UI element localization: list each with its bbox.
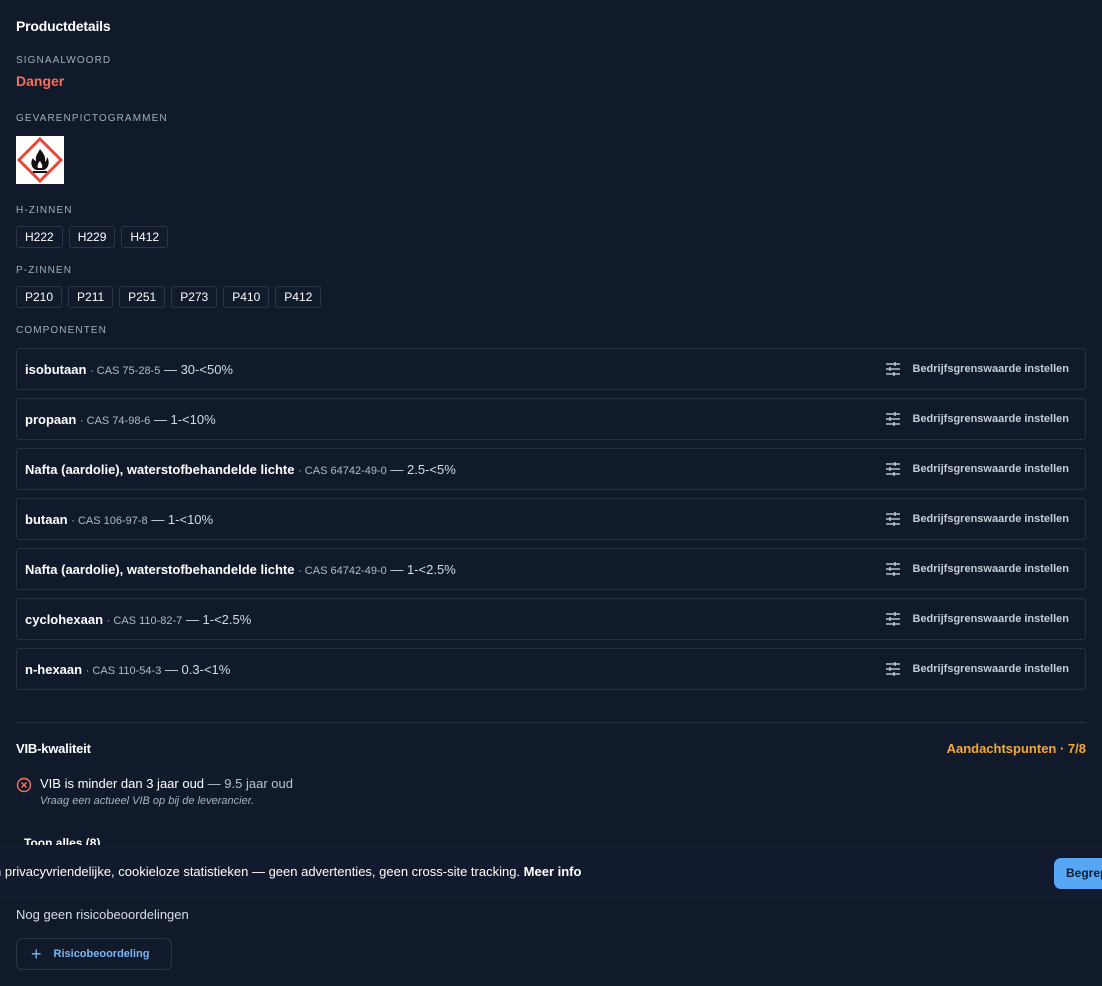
- vib-check-main: VIB is minder dan 3 jaar oud — 9.5 jaar …: [40, 776, 293, 791]
- set-company-limit-label: Bedrijfsgrenswaarde instellen: [912, 613, 1070, 625]
- component-name: cyclohexaan: [25, 611, 104, 627]
- set-company-limit-label: Bedrijfsgrenswaarde instellen: [912, 513, 1070, 525]
- vib-check-hint: Vraag een actueel VIB op bij de leveranc…: [40, 795, 255, 807]
- component-cas: · CAS 110-82-7: [106, 614, 183, 627]
- no-risk-assessments-text: Nog geen risicobeoordelingen: [16, 907, 189, 922]
- sliders-icon: [885, 562, 900, 576]
- show-all-link[interactable]: Toon alles (8): [24, 836, 100, 845]
- component-info: cyclohexaan · CAS 110-82-7 — 1-<2.5%: [25, 612, 251, 627]
- component-name: propaan: [25, 411, 77, 427]
- component-info: isobutaan · CAS 75-28-5 — 30-<50%: [25, 362, 233, 377]
- vib-quality-status: Aandachtspunten · 7/8: [946, 741, 1086, 756]
- component-info: butaan · CAS 106-97-8 — 1-<10%: [25, 512, 213, 527]
- component-concentration: — 1-<2.5%: [390, 561, 456, 577]
- component-row: isobutaan · CAS 75-28-5 — 30-<50% Bedrij…: [16, 348, 1086, 390]
- component-name: Nafta (aardolie), waterstofbehandelde li…: [25, 461, 295, 477]
- set-company-limit-label: Bedrijfsgrenswaarde instellen: [912, 563, 1070, 575]
- p-phrase-chip: P412: [275, 286, 322, 308]
- pictograms-label: GEVARENPICTOGRAMMEN: [16, 113, 168, 124]
- cookie-banner-text: n privacyvriendelijke, cookieloze statis…: [0, 864, 581, 879]
- cookie-message: n privacyvriendelijke, cookieloze statis…: [0, 864, 521, 879]
- cookie-banner: n privacyvriendelijke, cookieloze statis…: [0, 845, 1102, 901]
- p-phrase-chip: P210: [16, 286, 63, 308]
- component-name: isobutaan: [25, 361, 87, 377]
- set-company-limit-button[interactable]: Bedrijfsgrenswaarde instellen: [885, 612, 1070, 626]
- component-cas: · CAS 64742-49-0: [298, 464, 387, 477]
- vib-check-item: VIB is minder dan 3 jaar oud — 9.5 jaar …: [16, 776, 293, 807]
- component-row: propaan · CAS 74-98-6 — 1-<10% Bedrijfsg…: [16, 398, 1086, 440]
- component-row: butaan · CAS 106-97-8 — 1-<10% Bedrijfsg…: [16, 498, 1086, 540]
- vib-quality-title: VIB-kwaliteit: [16, 741, 91, 756]
- component-concentration: — 1-<10%: [151, 511, 214, 527]
- component-cas: · CAS 74-98-6: [79, 414, 151, 427]
- component-info: n-hexaan · CAS 110-54-3 — 0.3-<1%: [25, 662, 230, 677]
- component-cas: · CAS 110-54-3: [85, 664, 162, 677]
- sliders-icon: [885, 662, 900, 676]
- component-concentration: — 0.3-<1%: [164, 661, 231, 677]
- set-company-limit-button[interactable]: Bedrijfsgrenswaarde instellen: [885, 662, 1070, 676]
- add-risk-assessment-button[interactable]: + Risicobeoordeling: [16, 938, 172, 970]
- h-phrases-label: H-ZINNEN: [16, 205, 73, 216]
- component-info: Nafta (aardolie), waterstofbehandelde li…: [25, 562, 456, 577]
- error-circle-icon: [16, 777, 32, 793]
- p-phrases-list: P210 P211 P251 P273 P410 P412: [16, 286, 322, 308]
- page-title: Productdetails: [16, 18, 111, 34]
- vib-check-text: VIB is minder dan 3 jaar oud — 9.5 jaar …: [40, 776, 293, 807]
- more-info-link[interactable]: Meer info: [524, 864, 582, 879]
- h-phrase-chip: H229: [68, 226, 116, 248]
- set-company-limit-label: Bedrijfsgrenswaarde instellen: [912, 663, 1070, 675]
- component-name: n-hexaan: [25, 661, 83, 677]
- component-row: Nafta (aardolie), waterstofbehandelde li…: [16, 548, 1086, 590]
- p-phrase-chip: P410: [223, 286, 270, 308]
- add-risk-assessment-label: Risicobeoordeling: [53, 948, 150, 960]
- components-list: isobutaan · CAS 75-28-5 — 30-<50% Bedrij…: [16, 348, 1086, 698]
- set-company-limit-label: Bedrijfsgrenswaarde instellen: [912, 413, 1070, 425]
- component-cas: · CAS 106-97-8: [71, 514, 148, 527]
- component-cas: · CAS 75-28-5: [90, 364, 161, 377]
- p-phrase-chip: P211: [68, 286, 114, 308]
- signal-word-label: SIGNAALWOORD: [16, 55, 112, 66]
- component-row: Nafta (aardolie), waterstofbehandelde li…: [16, 448, 1086, 490]
- h-phrase-chip: H222: [16, 226, 63, 248]
- set-company-limit-button[interactable]: Bedrijfsgrenswaarde instellen: [885, 562, 1070, 576]
- set-company-limit-button[interactable]: Bedrijfsgrenswaarde instellen: [885, 412, 1070, 426]
- component-row: n-hexaan · CAS 110-54-3 — 0.3-<1% Bedrij…: [16, 648, 1086, 690]
- component-name: butaan: [25, 511, 68, 527]
- set-company-limit-button[interactable]: Bedrijfsgrenswaarde instellen: [885, 512, 1070, 526]
- vib-check-title: VIB is minder dan 3 jaar oud: [40, 776, 205, 791]
- sliders-icon: [885, 412, 900, 426]
- component-name: Nafta (aardolie), waterstofbehandelde li…: [25, 561, 295, 577]
- components-label: COMPONENTEN: [16, 325, 107, 336]
- component-concentration: — 1-<10%: [153, 411, 216, 427]
- p-phrases-label: P-ZINNEN: [16, 265, 73, 276]
- accept-cookies-button[interactable]: Begrepen: [1054, 858, 1102, 889]
- set-company-limit-label: Bedrijfsgrenswaarde instellen: [912, 363, 1070, 375]
- section-divider: [16, 722, 1086, 723]
- sliders-icon: [885, 512, 900, 526]
- plus-icon: +: [31, 944, 42, 964]
- component-row: cyclohexaan · CAS 110-82-7 — 1-<2.5% Bed…: [16, 598, 1086, 640]
- sliders-icon: [885, 612, 900, 626]
- h-phrases-list: H222 H229 H412: [16, 226, 169, 248]
- component-info: propaan · CAS 74-98-6 — 1-<10%: [25, 412, 216, 427]
- component-concentration: — 30-<50%: [163, 361, 233, 377]
- set-company-limit-button[interactable]: Bedrijfsgrenswaarde instellen: [885, 462, 1070, 476]
- signal-word: Danger: [16, 73, 65, 89]
- vib-check-detail: — 9.5 jaar oud: [207, 776, 293, 791]
- p-phrase-chip: P251: [119, 286, 166, 308]
- set-company-limit-button[interactable]: Bedrijfsgrenswaarde instellen: [885, 362, 1070, 376]
- sliders-icon: [885, 462, 900, 476]
- component-concentration: — 1-<2.5%: [185, 611, 252, 627]
- sliders-icon: [885, 362, 900, 376]
- p-phrase-chip: P273: [171, 286, 218, 308]
- component-concentration: — 2.5-<5%: [390, 461, 456, 477]
- component-cas: · CAS 64742-49-0: [298, 564, 387, 577]
- h-phrase-chip: H412: [121, 226, 169, 248]
- set-company-limit-label: Bedrijfsgrenswaarde instellen: [912, 463, 1070, 475]
- flame-pictogram-icon: [16, 136, 64, 184]
- component-info: Nafta (aardolie), waterstofbehandelde li…: [25, 462, 456, 477]
